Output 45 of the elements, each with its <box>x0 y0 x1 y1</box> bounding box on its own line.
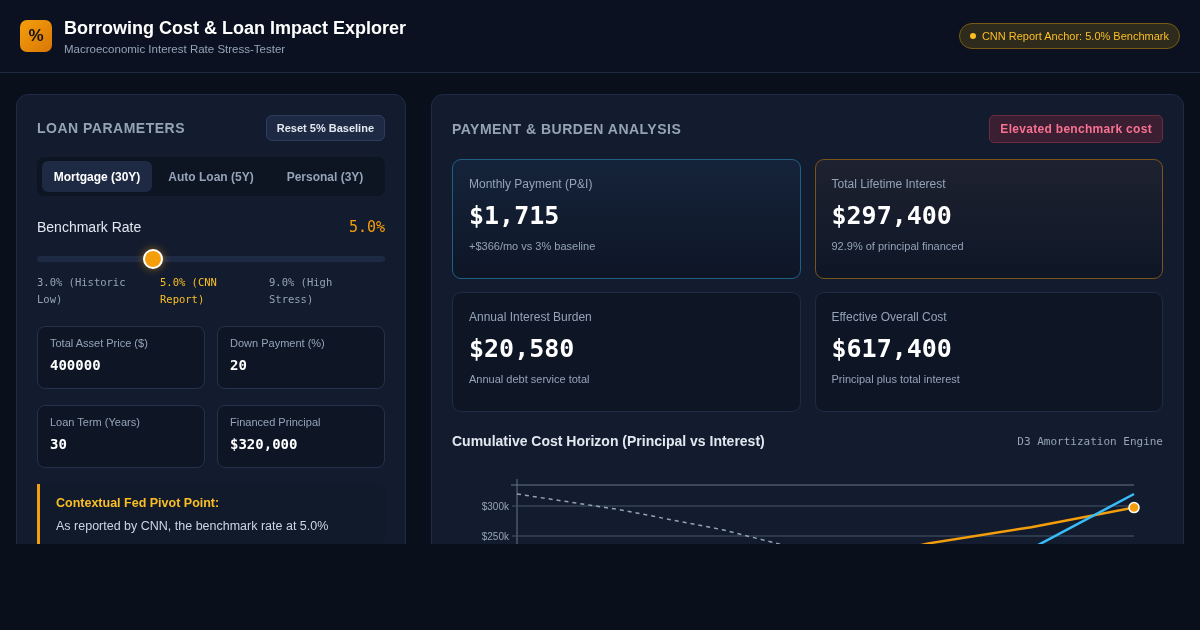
app-title: Borrowing Cost & Loan Impact Explorer <box>64 17 408 39</box>
metric-label: Effective Overall Cost <box>831 310 948 324</box>
metric-note: +$366/mo vs 3% baseline <box>469 240 597 252</box>
metric-value: $297,400 <box>831 201 953 230</box>
panel-title: PAYMENT & BURDEN ANALYSIS <box>452 121 682 137</box>
axis-tick-label: $250k <box>481 531 509 542</box>
input-field[interactable]: 20 <box>230 357 372 373</box>
loan-type-tab[interactable]: Auto Loan (5Y) <box>156 161 266 192</box>
panel-title: LOAN PARAMETERS <box>37 120 186 136</box>
status-badge: Elevated benchmark cost <box>989 115 1163 143</box>
metric-label: Total Lifetime Interest <box>831 177 947 191</box>
metric-note: Annual debt service total <box>469 373 591 385</box>
metric-value: $617,400 <box>831 334 953 363</box>
app-logo: % <box>20 20 52 52</box>
metric-note: Principal plus total interest <box>831 373 961 385</box>
rate-preset-label: 5.0% (CNN Report) <box>160 275 218 307</box>
app-subtitle: Macroeconomic Interest Rate Stress-Tester <box>64 42 287 55</box>
metric-value: $1,715 <box>469 201 561 230</box>
reset-button[interactable]: Reset 5% Baseline <box>265 115 385 141</box>
rate-value: 5.0% <box>348 218 385 236</box>
input-field[interactable]: $320,000 <box>230 436 372 452</box>
chart-title: Cumulative Cost Horizon (Principal vs Interest) <box>452 433 765 449</box>
end-point-marker <box>1128 501 1140 514</box>
rate-slider-thumb[interactable] <box>142 249 163 269</box>
rate-label: Benchmark Rate <box>37 219 142 235</box>
engine-label: D3 Amortization Engine <box>1017 434 1163 448</box>
axis-tick-label: $300k <box>481 501 509 512</box>
loan-type-tab[interactable]: Personal (3Y) <box>270 161 380 192</box>
metric-note: 92.9% of principal financed <box>831 240 965 252</box>
field-label: Loan Term (Years) <box>50 416 141 428</box>
badge-text: CNN Report Anchor: 5.0% Benchmark <box>981 30 1169 42</box>
rate-preset-label: 9.0% (High Stress) <box>269 275 334 307</box>
input-field[interactable]: 30 <box>50 436 192 452</box>
metric-label: Annual Interest Burden <box>469 310 593 324</box>
metric-label: Monthly Payment (P&I) <box>469 177 594 191</box>
loan-type-tab[interactable]: Mortgage (30Y) <box>42 161 152 192</box>
field-label: Total Asset Price ($) <box>50 337 149 349</box>
field-label: Down Payment (%) <box>230 337 326 349</box>
metric-value: $20,580 <box>469 334 576 363</box>
note-title: Contextual Fed Pivot Point: <box>56 496 221 510</box>
status-dot-icon <box>969 33 976 39</box>
note-text: As reported by CNN, the benchmark rate at 5.0% <box>56 519 330 533</box>
rate-preset-label: 3.0% (Historic Low) <box>37 275 127 307</box>
field-label: Financed Principal <box>230 416 322 428</box>
input-field[interactable]: 400000 <box>50 357 192 373</box>
